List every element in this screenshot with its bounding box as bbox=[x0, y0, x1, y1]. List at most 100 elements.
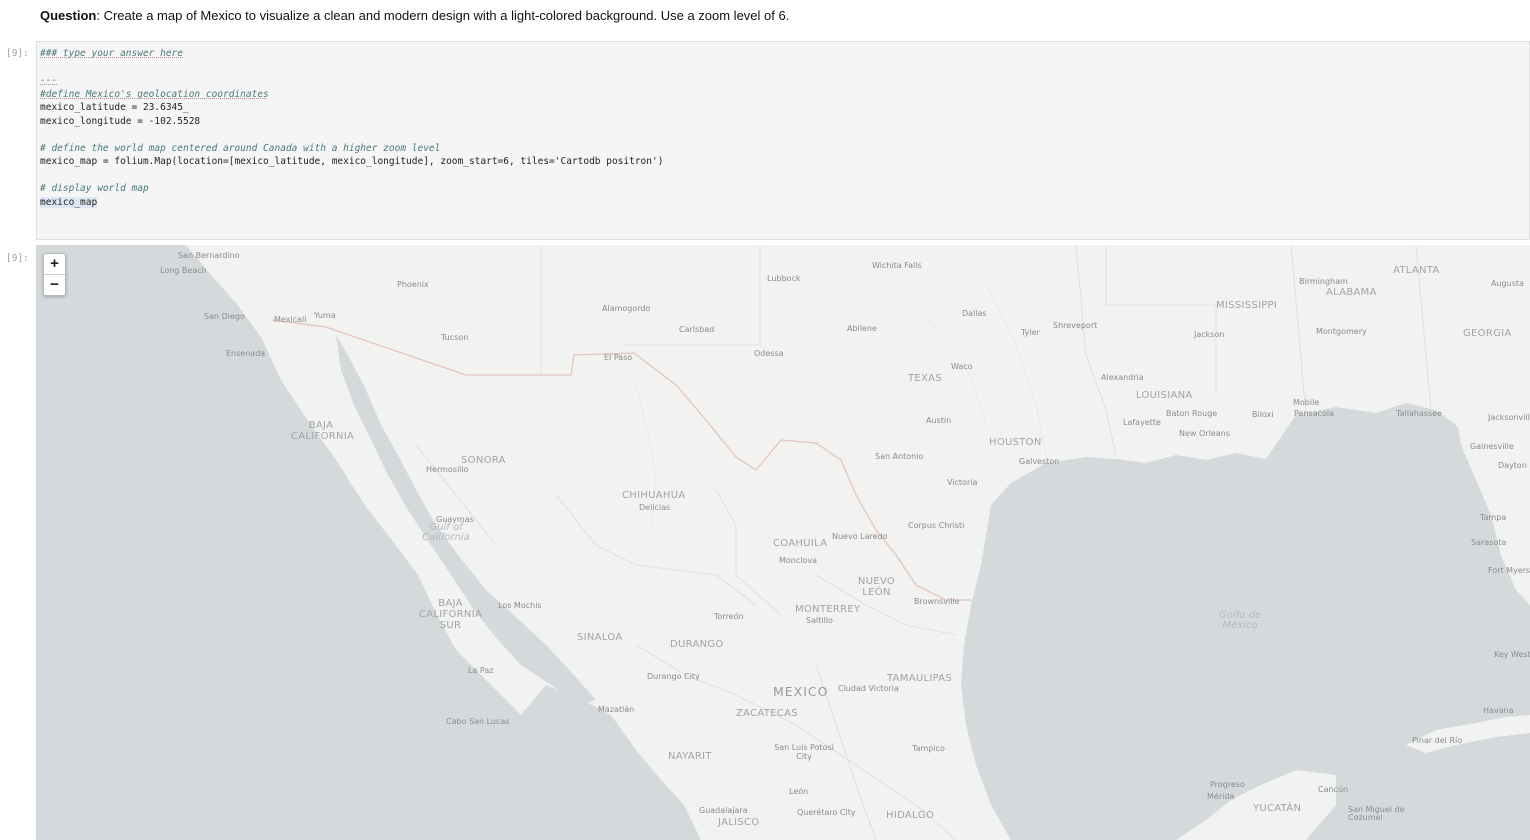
city-label: Birmingham bbox=[1299, 277, 1348, 286]
city-label: Los Mochis bbox=[498, 601, 542, 610]
region-label: MONTERREY bbox=[795, 604, 861, 615]
code-line: mexico_longitude = -102.5528 bbox=[40, 115, 201, 127]
city-label: Ensenada bbox=[226, 349, 266, 358]
city-label: Monclova bbox=[779, 556, 818, 565]
city-label: Montgomery bbox=[1316, 327, 1367, 336]
region-label: GEORGIA bbox=[1463, 328, 1512, 339]
city-label: Mérida bbox=[1207, 792, 1235, 801]
region-label: HOUSTON bbox=[989, 437, 1042, 448]
zoom-out-button[interactable]: − bbox=[44, 274, 65, 295]
city-label: Key West bbox=[1494, 650, 1530, 659]
region-label: CHIHUAHUA bbox=[622, 490, 686, 501]
code-line: mexico_latitude = 23.6345_ bbox=[40, 102, 189, 113]
city-label: Mobile bbox=[1293, 398, 1320, 407]
city-label: Pinar del Río bbox=[1412, 736, 1463, 745]
water-label: Golfo de México bbox=[1219, 610, 1261, 631]
city-label: Biloxi bbox=[1252, 410, 1274, 419]
city-label: Brownsville bbox=[914, 597, 960, 606]
city-label: La Paz bbox=[468, 666, 494, 675]
city-label: Cabo San Lucas bbox=[446, 717, 510, 726]
city-label: Baton Rouge bbox=[1166, 409, 1218, 418]
city-label: Querétaro City bbox=[797, 808, 856, 817]
city-label: Gainesville bbox=[1470, 442, 1514, 451]
city-label: Alamogordo bbox=[602, 304, 651, 313]
city-label: Durango City bbox=[647, 672, 700, 681]
region-label: YUCATÁN bbox=[1253, 803, 1302, 814]
city-label: Long Beach bbox=[160, 266, 207, 275]
city-label: New Orleans bbox=[1179, 429, 1230, 438]
city-label: San Diego bbox=[204, 312, 245, 321]
zoom-control: + − bbox=[43, 253, 66, 296]
city-label: Sarasota bbox=[1471, 538, 1507, 547]
output-prompt: [9]: bbox=[6, 253, 29, 264]
region-label: TAMAULIPAS bbox=[887, 673, 953, 684]
folium-map[interactable]: + − San Bernardino Long Beach Phoenix Sa… bbox=[36, 245, 1530, 840]
city-label: El Paso bbox=[604, 353, 633, 362]
city-label: Yuma bbox=[314, 311, 336, 320]
question-text: Question: Create a map of Mexico to visu… bbox=[40, 8, 790, 23]
region-label: MISSISSIPPI bbox=[1216, 300, 1278, 311]
region-label: HIDALGO bbox=[886, 810, 935, 821]
region-label: ALABAMA bbox=[1326, 287, 1377, 298]
code-line: # define the world map centered around C… bbox=[40, 142, 441, 154]
city-label: Mazatlán bbox=[598, 705, 635, 714]
city-label: Corpus Christi bbox=[908, 521, 965, 530]
code-line: #define Mexico's geolocation coordinates bbox=[40, 88, 269, 100]
city-label: Alexandria bbox=[1101, 373, 1144, 382]
city-label: Fort Myers bbox=[1488, 566, 1530, 575]
city-label: San Luis Potosí City bbox=[774, 743, 834, 761]
city-label: Tallahassee bbox=[1396, 409, 1442, 418]
river bbox=[875, 264, 987, 426]
region-label: SONORA bbox=[461, 455, 506, 466]
city-label: Galveston bbox=[1019, 457, 1060, 466]
city-label: Nuevo Laredo bbox=[832, 532, 888, 541]
pacific-ocean bbox=[36, 245, 701, 840]
city-label: Tucson bbox=[441, 333, 469, 342]
code-line: ### type your answer here bbox=[40, 48, 183, 59]
region-label: SINALOA bbox=[577, 632, 623, 643]
code-line: mexico_map bbox=[40, 196, 98, 208]
region-label: NAYARIT bbox=[668, 751, 712, 762]
country-label: MEXICO bbox=[773, 684, 829, 699]
city-label: Jacksonville bbox=[1488, 413, 1530, 422]
city-label: Shreveport bbox=[1053, 321, 1098, 330]
code-cell[interactable]: ### type your answer here --- #define Me… bbox=[36, 41, 1530, 240]
city-label: Progreso bbox=[1210, 780, 1245, 789]
region-label: COAHUILA bbox=[773, 538, 828, 549]
city-label: León bbox=[789, 787, 809, 796]
zoom-in-button[interactable]: + bbox=[44, 254, 65, 274]
city-label: Tampico bbox=[912, 744, 945, 753]
city-label: San Bernardino bbox=[178, 251, 240, 260]
city-label: Carlsbad bbox=[679, 325, 715, 334]
city-label: San Miguel de Cozumel bbox=[1348, 805, 1405, 822]
city-label: Austin bbox=[926, 416, 952, 425]
city-label: Ciudad Victoria bbox=[838, 684, 899, 693]
region-label: ATLANTA bbox=[1393, 265, 1440, 276]
water-label: Gulf of California bbox=[422, 522, 470, 543]
city-label: Dayton bbox=[1498, 461, 1527, 470]
code-line: # display world map bbox=[40, 183, 149, 194]
state-border bbox=[1290, 245, 1307, 416]
city-label: Odessa bbox=[754, 349, 784, 358]
state-border bbox=[715, 489, 782, 616]
city-label: Mexicali bbox=[274, 315, 307, 324]
city-label: Lubbock bbox=[767, 274, 801, 283]
region-label: ZACATECAS bbox=[736, 708, 798, 719]
city-label: Torreón bbox=[714, 612, 744, 621]
city-label: Saltillo bbox=[806, 616, 833, 625]
region-label: BAJA CALIFORNIA SUR bbox=[418, 598, 483, 631]
region-label: JALISCO bbox=[718, 817, 760, 828]
city-label: Dallas bbox=[962, 309, 987, 318]
city-label: Phoenix bbox=[397, 280, 429, 289]
city-label: San Antonio bbox=[875, 452, 924, 461]
code-editor[interactable]: ### type your answer here --- #define Me… bbox=[40, 47, 663, 209]
region-label: NUEVO LEÓN bbox=[857, 576, 896, 598]
city-label: Tyler bbox=[1021, 328, 1040, 337]
city-label: Cancún bbox=[1318, 785, 1349, 794]
city-label: Lafayette bbox=[1123, 418, 1161, 427]
city-label: Abilene bbox=[847, 324, 877, 333]
input-prompt: [9]: bbox=[6, 48, 29, 59]
city-label: Wichita Falls bbox=[872, 261, 922, 270]
city-label: Havana bbox=[1483, 706, 1514, 715]
city-label: Tampa bbox=[1480, 513, 1507, 522]
